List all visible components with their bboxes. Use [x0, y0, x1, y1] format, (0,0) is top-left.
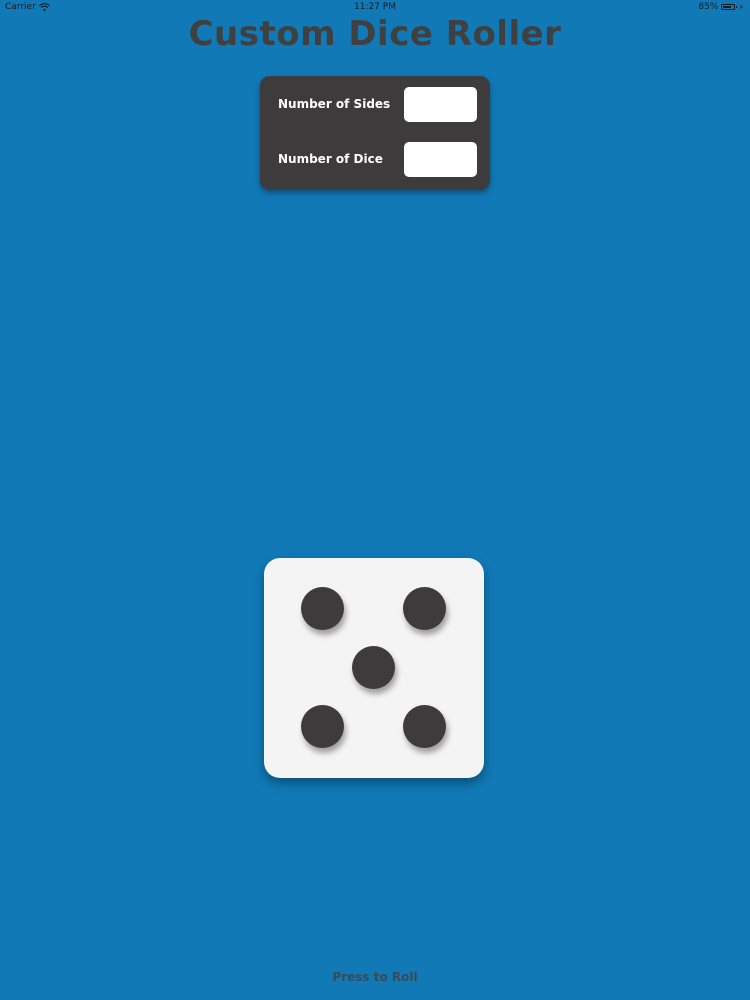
press-to-roll-button[interactable]: Press to Roll: [305, 968, 445, 986]
battery-icon: [721, 4, 738, 10]
number-of-dice-input[interactable]: [404, 142, 477, 177]
settings-panel: Number of Sides Number of Dice: [260, 76, 490, 190]
die-face[interactable]: [264, 558, 484, 778]
status-time: 11:27 PM: [354, 2, 396, 12]
die-pip: [403, 705, 446, 748]
status-battery-group: 85% ⚡: [698, 2, 744, 12]
number-of-dice-label: Number of Dice: [278, 152, 383, 166]
die-pip: [301, 587, 344, 630]
status-bar: Carrier 11:27 PM 85% ⚡: [0, 0, 750, 14]
die-pip: [352, 646, 395, 689]
app-title: Custom Dice Roller: [188, 14, 562, 54]
number-of-sides-label: Number of Sides: [278, 97, 391, 111]
die-pip: [403, 587, 446, 630]
number-of-sides-input[interactable]: [404, 87, 477, 122]
die-pip: [301, 705, 344, 748]
battery-percent: 85%: [698, 2, 719, 12]
charging-icon: ⚡: [738, 2, 744, 12]
